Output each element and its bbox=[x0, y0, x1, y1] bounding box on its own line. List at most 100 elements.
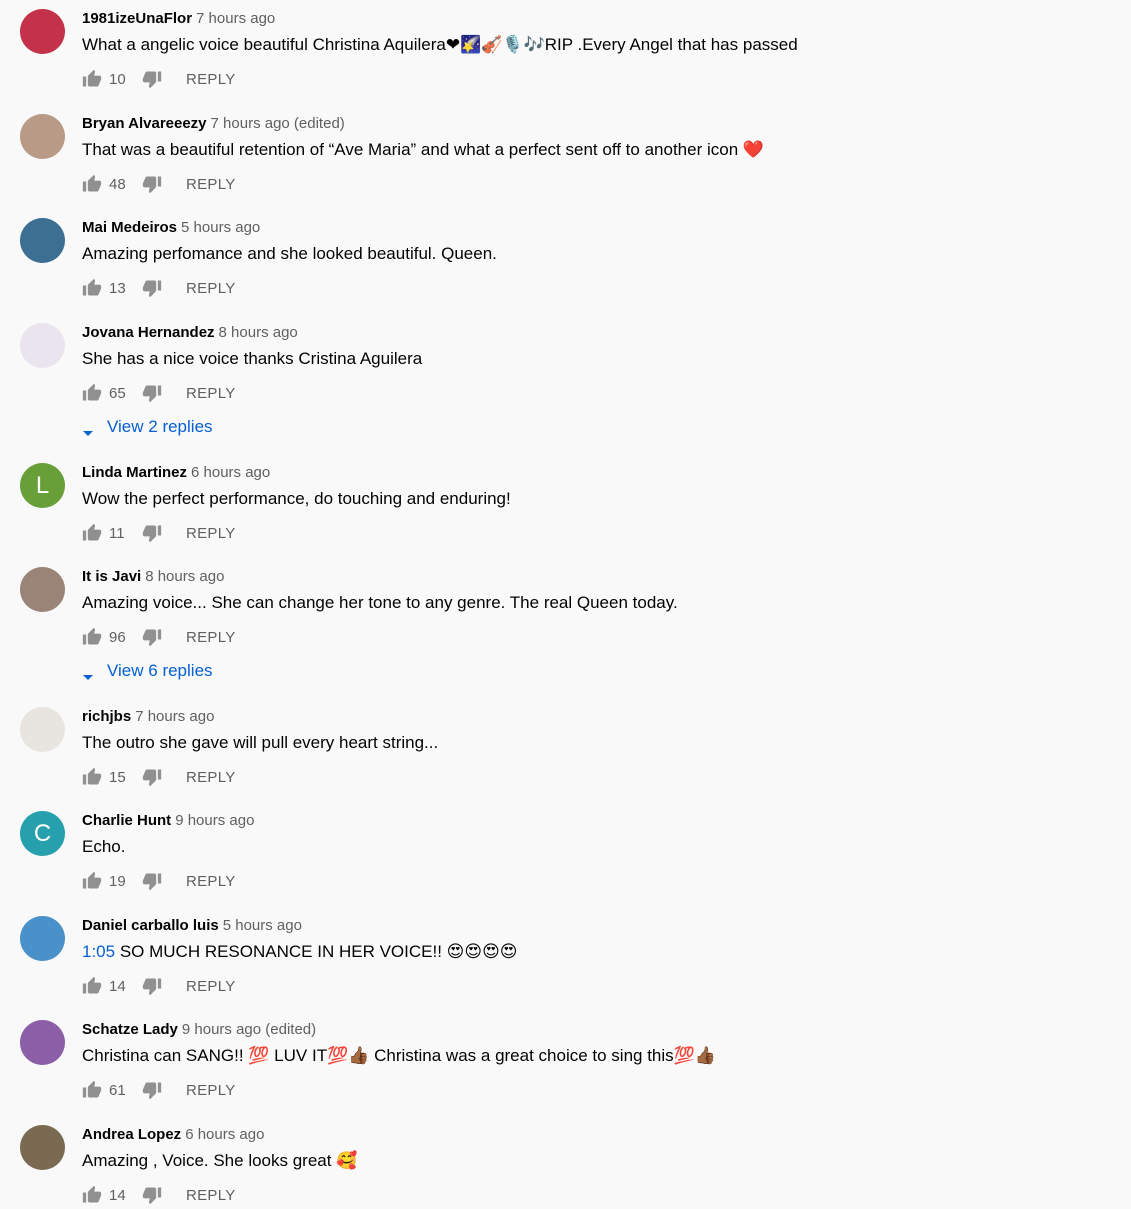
comment-time[interactable]: 9 hours ago bbox=[175, 812, 254, 829]
author-name[interactable]: Mai Medeiros bbox=[82, 219, 177, 236]
comment-header: richjbs 7 hours ago bbox=[82, 707, 214, 727]
reply-button[interactable]: REPLY bbox=[186, 176, 236, 193]
thumbs-up-icon[interactable] bbox=[82, 627, 102, 647]
view-replies-label: View 2 replies bbox=[107, 417, 213, 436]
author-name[interactable]: Schatze Lady bbox=[82, 1021, 178, 1038]
reply-button[interactable]: REPLY bbox=[186, 280, 236, 297]
avatar[interactable] bbox=[20, 323, 65, 368]
reply-button[interactable]: REPLY bbox=[186, 71, 236, 88]
comment-actions: 61 REPLY bbox=[82, 1078, 236, 1102]
comment-header: Jovana Hernandez 8 hours ago bbox=[82, 323, 298, 343]
comment-time[interactable]: 6 hours ago bbox=[191, 464, 270, 481]
comment-text: Wow the perfect performance, do touching… bbox=[82, 489, 511, 508]
comment-actions: 19 REPLY bbox=[82, 869, 236, 893]
comment-actions: 13 REPLY bbox=[82, 276, 236, 300]
thumbs-down-icon[interactable] bbox=[142, 1185, 162, 1205]
avatar[interactable] bbox=[20, 567, 65, 612]
author-name[interactable]: Bryan Alvareeezy bbox=[82, 115, 207, 132]
reply-button[interactable]: REPLY bbox=[186, 978, 236, 995]
comment-header: Charlie Hunt 9 hours ago bbox=[82, 811, 254, 831]
thumbs-up-icon[interactable] bbox=[82, 767, 102, 787]
comment-text: That was a beautiful retention of “Ave M… bbox=[82, 140, 765, 159]
thumbs-up-icon[interactable] bbox=[82, 383, 102, 403]
thumbs-down-icon[interactable] bbox=[142, 871, 162, 891]
thumbs-down-icon[interactable] bbox=[142, 69, 162, 89]
thumbs-down-icon[interactable] bbox=[142, 976, 162, 996]
thumbs-down-icon[interactable] bbox=[142, 278, 162, 298]
caret-down-icon bbox=[82, 667, 94, 680]
comment-time[interactable]: 7 hours ago bbox=[196, 10, 275, 27]
thumbs-up-icon[interactable] bbox=[82, 976, 102, 996]
thumbs-down-icon[interactable] bbox=[142, 383, 162, 403]
comment-text: Christina can SANG!! 💯 LUV IT💯👍🏾 Christi… bbox=[82, 1046, 716, 1065]
like-count: 10 bbox=[109, 70, 126, 88]
thumbs-up-icon[interactable] bbox=[82, 523, 102, 543]
comment-actions: 10 REPLY bbox=[82, 67, 236, 91]
like-count: 96 bbox=[109, 628, 126, 646]
comment-header: Bryan Alvareeezy 7 hours ago (edited) bbox=[82, 114, 345, 134]
comment-text: Amazing voice... She can change her tone… bbox=[82, 593, 678, 612]
timestamp-link[interactable]: 1:05 bbox=[82, 942, 115, 961]
reply-button[interactable]: REPLY bbox=[186, 629, 236, 646]
comment-time[interactable]: 7 hours ago (edited) bbox=[211, 115, 345, 132]
avatar[interactable] bbox=[20, 1020, 65, 1065]
avatar-letter: L bbox=[35, 471, 50, 499]
comment-text: What a angelic voice beautiful Christina… bbox=[82, 35, 798, 54]
avatar[interactable] bbox=[20, 1125, 65, 1170]
author-name[interactable]: Charlie Hunt bbox=[82, 812, 171, 829]
thumbs-down-icon[interactable] bbox=[142, 523, 162, 543]
thumbs-down-icon[interactable] bbox=[142, 627, 162, 647]
author-name[interactable]: It is Javi bbox=[82, 568, 141, 585]
view-replies-button[interactable]: View 2 replies bbox=[82, 416, 213, 438]
author-name[interactable]: 1981izeUnaFlor bbox=[82, 10, 192, 27]
comment-time[interactable]: 5 hours ago bbox=[223, 917, 302, 934]
comment-text: Echo. bbox=[82, 837, 126, 856]
comment-text: 1:05 SO MUCH RESONANCE IN HER VOICE!! 😍😍… bbox=[82, 941, 518, 963]
avatar[interactable] bbox=[20, 916, 65, 961]
author-name[interactable]: Andrea Lopez bbox=[82, 1126, 181, 1143]
avatar[interactable] bbox=[20, 114, 65, 159]
comment-time[interactable]: 6 hours ago bbox=[185, 1126, 264, 1143]
author-name[interactable]: Daniel carballo luis bbox=[82, 917, 219, 934]
comment-time[interactable]: 7 hours ago bbox=[135, 708, 214, 725]
thumbs-up-icon[interactable] bbox=[82, 278, 102, 298]
comment-header: Daniel carballo luis 5 hours ago bbox=[82, 916, 302, 936]
thumbs-down-icon[interactable] bbox=[142, 767, 162, 787]
author-name[interactable]: richjbs bbox=[82, 708, 131, 725]
author-name[interactable]: Linda Martinez bbox=[82, 464, 187, 481]
comment-actions: 14 REPLY bbox=[82, 1183, 236, 1207]
view-replies-button[interactable]: View 6 replies bbox=[82, 660, 213, 682]
thumbs-up-icon[interactable] bbox=[82, 871, 102, 891]
avatar[interactable]: L bbox=[20, 463, 65, 508]
like-count: 14 bbox=[109, 1186, 126, 1204]
comment-body: SO MUCH RESONANCE IN HER VOICE!! 😍😍😍😍 bbox=[115, 942, 518, 961]
comment-time[interactable]: 8 hours ago bbox=[145, 568, 224, 585]
reply-button[interactable]: REPLY bbox=[186, 769, 236, 786]
thumbs-down-icon[interactable] bbox=[142, 174, 162, 194]
avatar[interactable] bbox=[20, 707, 65, 752]
reply-button[interactable]: REPLY bbox=[186, 873, 236, 890]
avatar[interactable] bbox=[20, 218, 65, 263]
comment-actions: 11 REPLY bbox=[82, 521, 236, 545]
avatar[interactable] bbox=[20, 9, 65, 54]
author-name[interactable]: Jovana Hernandez bbox=[82, 324, 215, 341]
reply-button[interactable]: REPLY bbox=[186, 385, 236, 402]
thumbs-up-icon[interactable] bbox=[82, 174, 102, 194]
comment-actions: 15 REPLY bbox=[82, 765, 236, 789]
like-count: 15 bbox=[109, 768, 126, 786]
comment-time[interactable]: 5 hours ago bbox=[181, 219, 260, 236]
comment-actions: 48 REPLY bbox=[82, 172, 236, 196]
comment-time[interactable]: 9 hours ago (edited) bbox=[182, 1021, 316, 1038]
avatar[interactable]: C bbox=[20, 811, 65, 856]
comment-time[interactable]: 8 hours ago bbox=[219, 324, 298, 341]
view-replies-label: View 6 replies bbox=[107, 661, 213, 680]
reply-button[interactable]: REPLY bbox=[186, 1082, 236, 1099]
reply-button[interactable]: REPLY bbox=[186, 525, 236, 542]
comment-header: Schatze Lady 9 hours ago (edited) bbox=[82, 1020, 316, 1040]
reply-button[interactable]: REPLY bbox=[186, 1187, 236, 1204]
comment-text: Amazing , Voice. She looks great 🥰 bbox=[82, 1151, 358, 1170]
thumbs-up-icon[interactable] bbox=[82, 1080, 102, 1100]
thumbs-up-icon[interactable] bbox=[82, 1185, 102, 1205]
thumbs-down-icon[interactable] bbox=[142, 1080, 162, 1100]
thumbs-up-icon[interactable] bbox=[82, 69, 102, 89]
